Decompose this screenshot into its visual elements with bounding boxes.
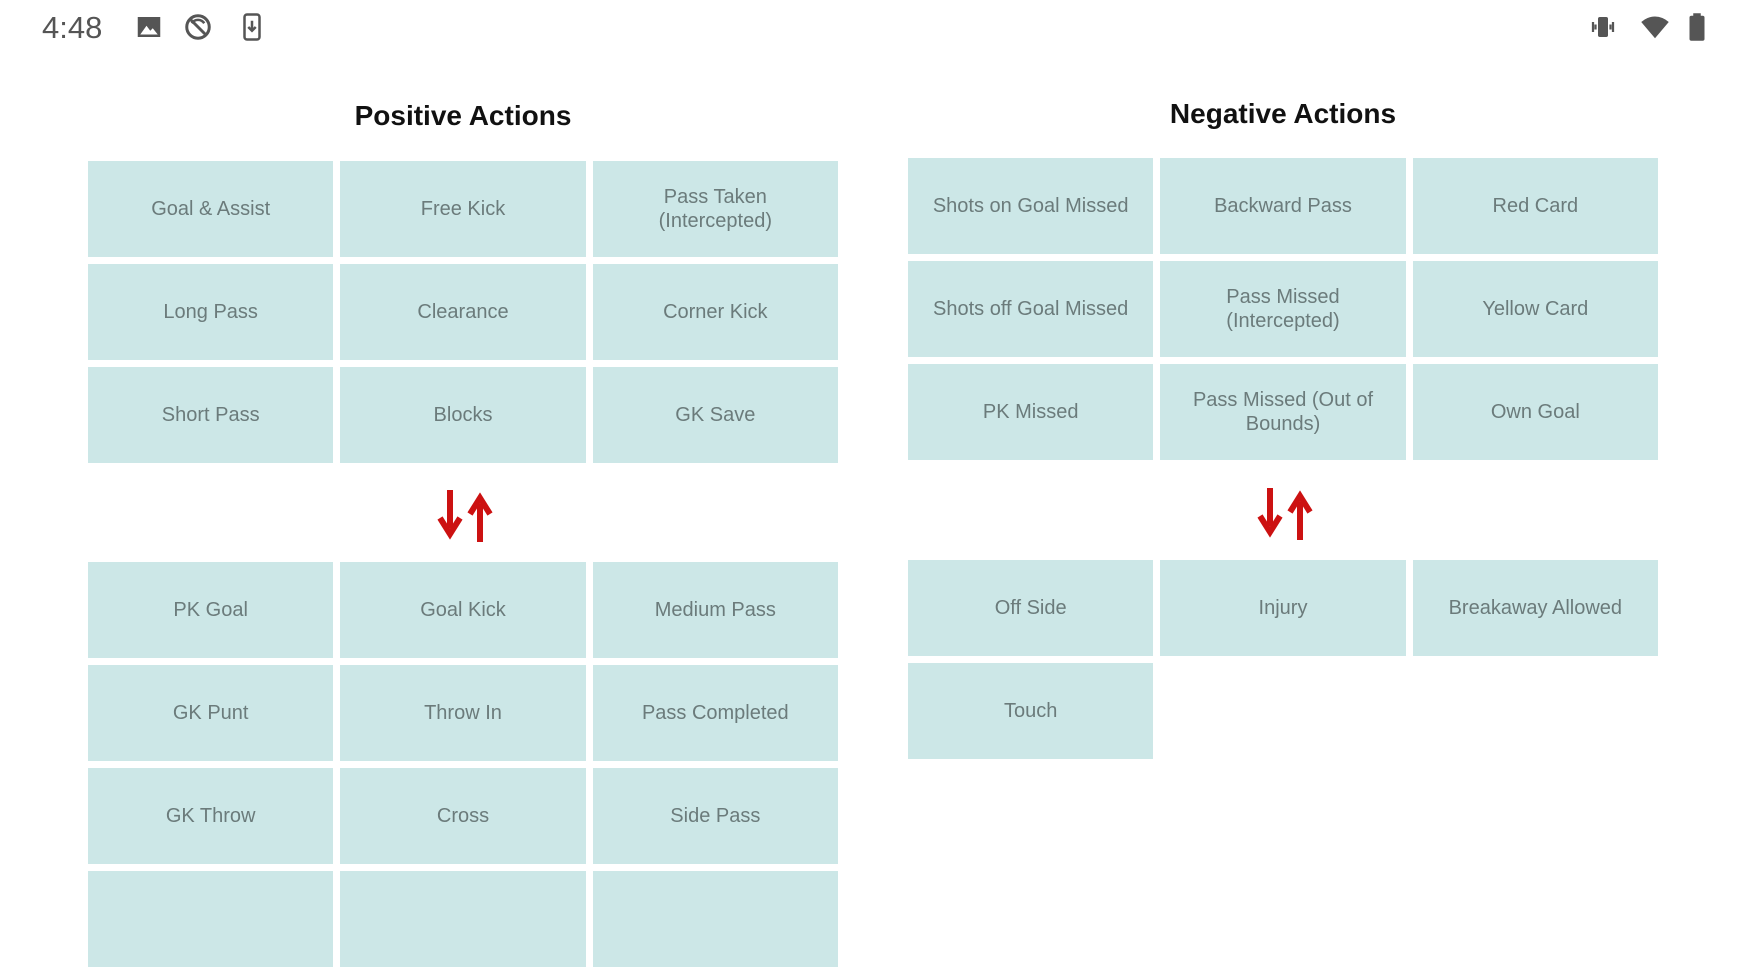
action-button-gk-throw[interactable]: GK Throw xyxy=(88,768,334,864)
action-button-long-pass[interactable]: Long Pass xyxy=(88,264,334,360)
action-button-medium-pass[interactable]: Medium Pass xyxy=(592,562,838,658)
action-button-pk-missed[interactable]: PK Missed xyxy=(908,364,1154,460)
action-button-corner-kick[interactable]: Corner Kick xyxy=(592,264,838,360)
action-button-goal-kick[interactable]: Goal Kick xyxy=(340,562,586,658)
action-button-pk-goal[interactable]: PK Goal xyxy=(88,562,334,658)
download-icon xyxy=(243,13,261,41)
action-button-free-kick[interactable]: Free Kick xyxy=(340,161,586,257)
action-button-own-goal[interactable]: Own Goal xyxy=(1412,364,1658,460)
action-button-empty[interactable] xyxy=(340,871,586,967)
status-bar: 4:48 xyxy=(0,0,1745,56)
action-button-goal-assist[interactable]: Goal & Assist xyxy=(88,161,334,257)
action-button-yellow-card[interactable]: Yellow Card xyxy=(1412,261,1658,357)
action-button-throw-in[interactable]: Throw In xyxy=(340,665,586,761)
negative-actions-title: Negative Actions xyxy=(1169,98,1397,129)
sync-off-icon xyxy=(185,14,211,40)
action-button-empty[interactable] xyxy=(88,871,334,967)
action-button-shots-on-goal-missed[interactable]: Shots on Goal Missed xyxy=(908,158,1154,254)
action-button-cross[interactable]: Cross xyxy=(340,768,586,864)
positive-top-grid: Goal & Assist Free Kick Pass Taken (Interc… xyxy=(88,161,838,463)
image-icon xyxy=(137,17,161,37)
action-button-pass-missed-intercepted[interactable]: Pass Missed (Intercepted) xyxy=(1160,261,1406,357)
action-button-empty[interactable] xyxy=(592,871,838,967)
action-button-red-card[interactable]: Red Card xyxy=(1412,158,1658,254)
action-button-touch[interactable]: Touch xyxy=(908,663,1154,759)
action-button-gk-save[interactable]: GK Save xyxy=(592,367,838,463)
negative-bottom-grid: Off Side Injury Breakaway Allowed Touch xyxy=(908,560,1658,759)
wifi-icon xyxy=(1641,16,1669,39)
battery-icon xyxy=(1689,13,1705,41)
action-button-pass-taken-intercepted[interactable]: Pass Taken (Intercepted) xyxy=(592,161,838,257)
action-button-breakaway-allowed[interactable]: Breakaway Allowed xyxy=(1412,560,1658,656)
action-button-gk-punt[interactable]: GK Punt xyxy=(88,665,334,761)
positive-actions-title: Positive Actions xyxy=(354,100,572,131)
positive-bottom-grid: PK Goal Goal Kick Medium Pass GK Punt Throw … xyxy=(88,562,838,967)
action-button-blocks[interactable]: Blocks xyxy=(340,367,586,463)
action-button-off-side[interactable]: Off Side xyxy=(908,560,1154,656)
action-button-short-pass[interactable]: Short Pass xyxy=(88,367,334,463)
action-button-injury[interactable]: Injury xyxy=(1160,560,1406,656)
swap-vertical-icon[interactable] xyxy=(1253,482,1317,546)
action-button-side-pass[interactable]: Side Pass xyxy=(592,768,838,864)
swap-vertical-icon[interactable] xyxy=(433,484,497,548)
action-button-clearance[interactable]: Clearance xyxy=(340,264,586,360)
action-button-backward-pass[interactable]: Backward Pass xyxy=(1160,158,1406,254)
action-button-pass-completed[interactable]: Pass Completed xyxy=(592,665,838,761)
action-button-pass-missed-out-of-bounds[interactable]: Pass Missed (Out of Bounds) xyxy=(1160,364,1406,460)
action-button-shots-off-goal-missed[interactable]: Shots off Goal Missed xyxy=(908,261,1154,357)
negative-top-grid: Shots on Goal Missed Backward Pass Red Car… xyxy=(908,158,1658,460)
vibrate-icon xyxy=(1591,17,1615,37)
clock: 4:48 xyxy=(42,10,103,45)
